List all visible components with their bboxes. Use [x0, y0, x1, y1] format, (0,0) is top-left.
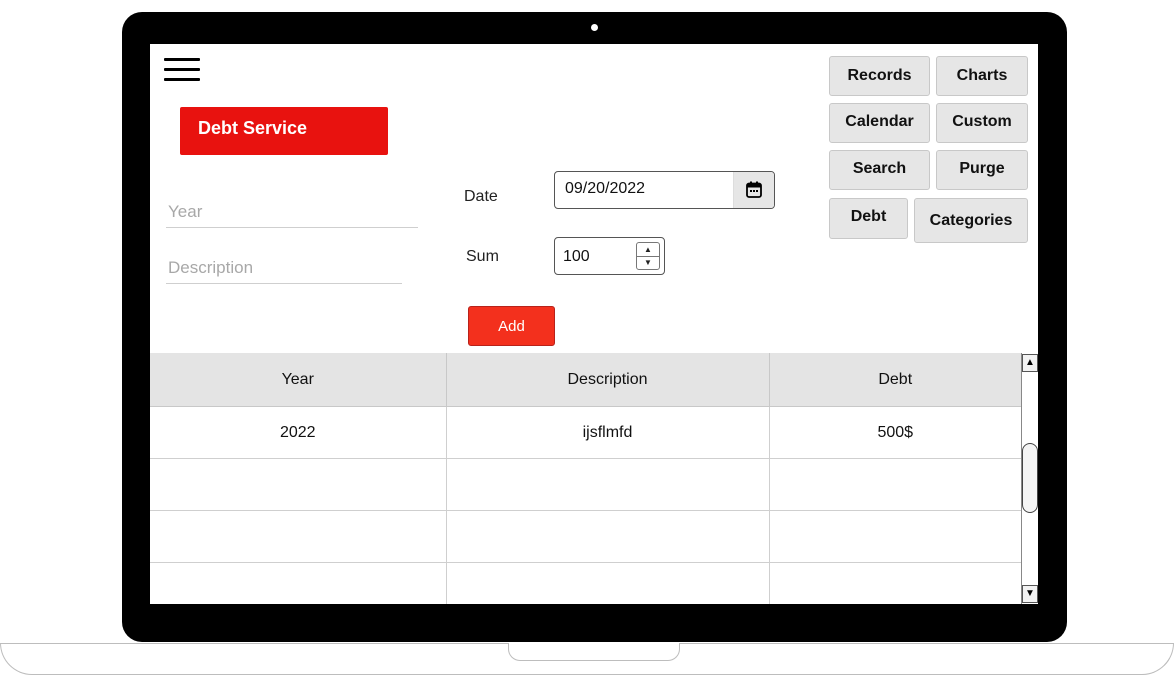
add-button[interactable]: Add: [468, 306, 555, 346]
cell-debt: 500$: [769, 406, 1021, 459]
table-row[interactable]: [150, 510, 1021, 563]
caret-up-icon[interactable]: ▲: [637, 243, 659, 257]
cell-year: 2022: [150, 406, 447, 459]
caret-down-icon[interactable]: ▼: [637, 256, 659, 269]
table-header-row: Year Description Debt: [150, 353, 1021, 407]
scroll-thumb[interactable]: [1022, 443, 1038, 513]
purge-button[interactable]: Purge: [936, 150, 1028, 190]
cell-year: [150, 510, 447, 563]
debt-button[interactable]: Debt: [829, 198, 908, 239]
date-input[interactable]: 09/20/2022: [554, 171, 775, 209]
records-button[interactable]: Records: [829, 56, 930, 96]
camera-icon: [591, 24, 598, 31]
sum-value: 100: [563, 248, 590, 265]
cell-description: [446, 510, 770, 563]
date-label: Date: [464, 188, 498, 205]
app-screen: Debt Service Date 09/20/2022 Sum 100 ▲ ▼…: [150, 44, 1038, 604]
column-header-year[interactable]: Year: [150, 353, 447, 407]
table-row[interactable]: [150, 458, 1021, 511]
scroll-up-arrow-icon[interactable]: ▲: [1022, 354, 1038, 372]
date-value: 09/20/2022: [565, 180, 646, 197]
charts-button[interactable]: Charts: [936, 56, 1028, 96]
cell-year: [150, 562, 447, 604]
calendar-icon: [746, 181, 762, 198]
debt-table-container: Year Description Debt 2022 ijsflmfd 500$: [150, 353, 1038, 604]
cell-debt: [769, 562, 1021, 604]
column-header-description[interactable]: Description: [446, 353, 770, 407]
cell-description: ijsflmfd: [446, 406, 770, 459]
date-picker-button[interactable]: [733, 172, 774, 208]
table-row[interactable]: [150, 562, 1021, 604]
sum-stepper[interactable]: ▲ ▼: [636, 242, 660, 270]
column-header-debt[interactable]: Debt: [769, 353, 1021, 407]
page-title: Debt Service: [180, 107, 388, 155]
cell-description: [446, 562, 770, 604]
sum-input[interactable]: 100 ▲ ▼: [554, 237, 665, 275]
custom-button[interactable]: Custom: [936, 103, 1028, 143]
sum-label: Sum: [466, 248, 499, 265]
hamburger-menu-icon[interactable]: [164, 58, 200, 84]
search-button[interactable]: Search: [829, 150, 930, 190]
categories-button[interactable]: Categories: [914, 198, 1028, 243]
table-row[interactable]: 2022 ijsflmfd 500$: [150, 406, 1021, 459]
cell-year: [150, 458, 447, 511]
calendar-button[interactable]: Calendar: [829, 103, 930, 143]
year-input[interactable]: [166, 197, 418, 228]
cell-debt: [769, 458, 1021, 511]
cell-debt: [769, 510, 1021, 563]
scroll-down-arrow-icon[interactable]: ▼: [1022, 585, 1038, 603]
description-input[interactable]: [166, 253, 402, 284]
debt-table: Year Description Debt 2022 ijsflmfd 500$: [150, 353, 1021, 604]
table-scrollbar[interactable]: ▲ ▼: [1021, 353, 1038, 604]
cell-description: [446, 458, 770, 511]
laptop-notch: [508, 643, 680, 661]
